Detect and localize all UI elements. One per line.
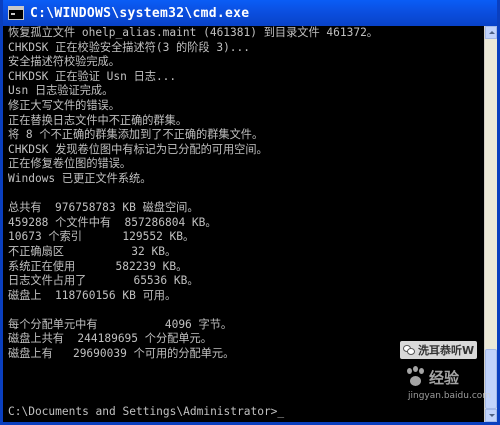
console-line: 10673 个索引 129552 KB。 <box>8 230 195 244</box>
wechat-watermark-text: 洗耳恭听W <box>418 344 475 357</box>
console-line: 每个分配单元中有 4096 字节。 <box>8 317 233 331</box>
baidu-watermark-url: jingyan.baidu.com <box>408 391 492 401</box>
console-line: CHKDSK 正在校验安全描述符(3 的阶段 3)... <box>8 40 251 54</box>
cmd-window: C:\WINDOWS\system32\cmd.exe 恢复孤立文件 ohelp… <box>0 0 500 425</box>
wechat-watermark: 洗耳恭听W <box>400 341 478 359</box>
console-line: Windows 已更正文件系统。 <box>8 171 152 185</box>
baidu-paw-icon <box>405 366 427 388</box>
console-line: 安全描述符校验完成。 <box>8 55 120 69</box>
command-prompt[interactable]: C:\Documents and Settings\Administrator>… <box>6 405 484 420</box>
console-line: 不正确扇区 32 KB。 <box>8 244 177 258</box>
vertical-scrollbar[interactable] <box>484 26 497 422</box>
console-line: 恢复孤立文件 ohelp_alias.maint (461381) 到目录文件 … <box>8 26 378 39</box>
console-line: CHKDSK 发现卷位图中有标记为已分配的可用空间。 <box>8 142 268 156</box>
window-title: C:\WINDOWS\system32\cmd.exe <box>30 5 250 21</box>
console-app-icon <box>8 6 24 20</box>
title-bar[interactable]: C:\WINDOWS\system32\cmd.exe <box>3 0 497 26</box>
console-line: CHKDSK 正在验证 Usn 日志... <box>8 69 177 83</box>
console-line: 磁盘上 118760156 KB 可用。 <box>8 288 177 302</box>
console-line: Usn 日志验证完成。 <box>8 84 114 98</box>
console-line: 459288 个文件中有 857286804 KB。 <box>8 215 217 229</box>
wechat-icon <box>403 345 415 355</box>
console-line: 正在修复卷位图的错误。 <box>8 157 132 171</box>
console-line: 正在替换日志文件中不正确的群集。 <box>8 113 188 127</box>
baidu-watermark-text: 经验 <box>429 368 460 387</box>
console-line: 修正大写文件的错误。 <box>8 98 120 112</box>
console-line: 将 8 个不正确的群集添加到了不正确的群集文件。 <box>8 128 264 142</box>
baidu-watermark: 经验 <box>405 366 459 388</box>
console-line: 系统正在使用 582239 KB。 <box>8 259 188 273</box>
console-line: 总共有 976758783 KB 磁盘空间。 <box>8 201 199 215</box>
scroll-down-button[interactable] <box>485 409 497 422</box>
console-output[interactable]: 恢复孤立文件 ohelp_alias.maint (461381) 到目录文件 … <box>6 26 484 422</box>
console-line: 日志文件占用了 65536 KB。 <box>8 274 199 288</box>
scroll-up-button[interactable] <box>485 26 497 39</box>
